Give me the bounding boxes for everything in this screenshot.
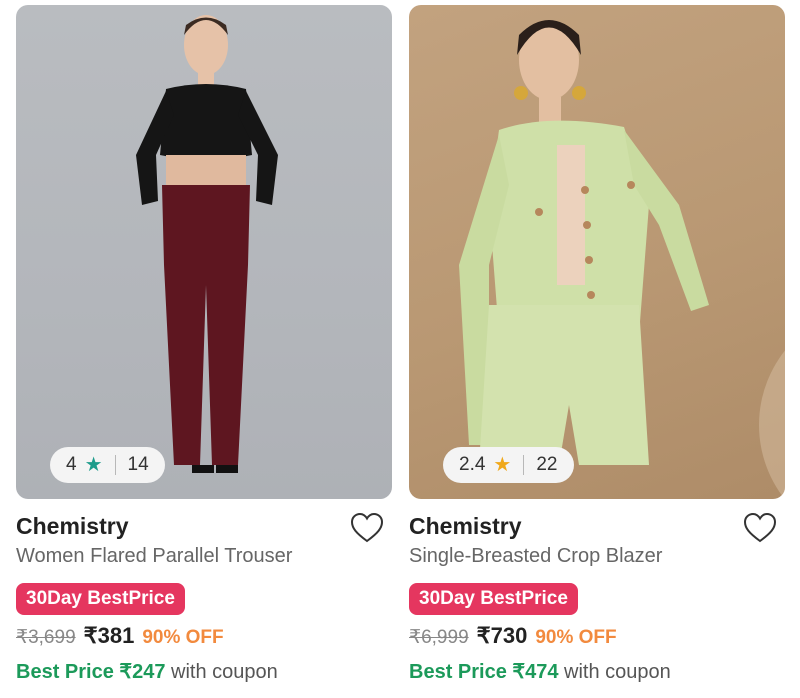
rating-value: 2.4 <box>459 454 486 475</box>
model-figure <box>459 20 785 499</box>
star-icon: ★ <box>84 454 103 476</box>
selling-price: ₹730 <box>476 623 528 648</box>
price-row: ₹6,999 ₹730 90% OFF <box>409 623 785 649</box>
product-image[interactable]: 2.4 ★ 22 <box>409 5 785 499</box>
product-card[interactable]: 4 ★ 14 Chemistry Women Flared Parallel T… <box>16 0 392 684</box>
discount-label: 90% OFF <box>142 627 224 648</box>
coupon-text: with coupon <box>171 661 278 683</box>
review-count: 14 <box>127 454 149 475</box>
product-card[interactable]: 2.4 ★ 22 Chemistry Single-Breasted Crop … <box>409 0 785 684</box>
discount-label: 90% OFF <box>535 627 617 648</box>
bestprice-badge: 30Day BestPrice <box>409 583 578 615</box>
best-price: Best Price ₹247 <box>16 661 166 683</box>
selling-price: ₹381 <box>83 623 135 648</box>
coupon-price-row: Best Price ₹247 with coupon <box>16 659 392 684</box>
wishlist-heart-icon[interactable] <box>350 512 384 544</box>
coupon-price-row: Best Price ₹474 with coupon <box>409 659 785 684</box>
brand-name[interactable]: Chemistry <box>409 513 785 541</box>
price-row: ₹3,699 ₹381 90% OFF <box>16 623 392 649</box>
review-count: 22 <box>536 454 558 475</box>
rating-value: 4 <box>66 454 77 475</box>
mrp-price: ₹6,999 <box>409 627 469 648</box>
best-price: Best Price ₹474 <box>409 661 559 683</box>
model-figure <box>136 15 278 473</box>
wishlist-heart-icon[interactable] <box>743 512 777 544</box>
brand-name[interactable]: Chemistry <box>16 513 392 541</box>
product-title[interactable]: Women Flared Parallel Trouser <box>16 545 392 573</box>
star-icon: ★ <box>493 454 512 476</box>
coupon-text: with coupon <box>564 661 671 683</box>
rating-pill: 4 ★ 14 <box>50 447 165 483</box>
rating-pill: 2.4 ★ 22 <box>443 447 574 483</box>
bestprice-badge: 30Day BestPrice <box>16 583 185 615</box>
product-title[interactable]: Single-Breasted Crop Blazer <box>409 545 785 573</box>
rating-divider <box>523 455 525 475</box>
product-image[interactable]: 4 ★ 14 <box>16 5 392 499</box>
rating-divider <box>114 455 116 475</box>
mrp-price: ₹3,699 <box>16 627 76 648</box>
